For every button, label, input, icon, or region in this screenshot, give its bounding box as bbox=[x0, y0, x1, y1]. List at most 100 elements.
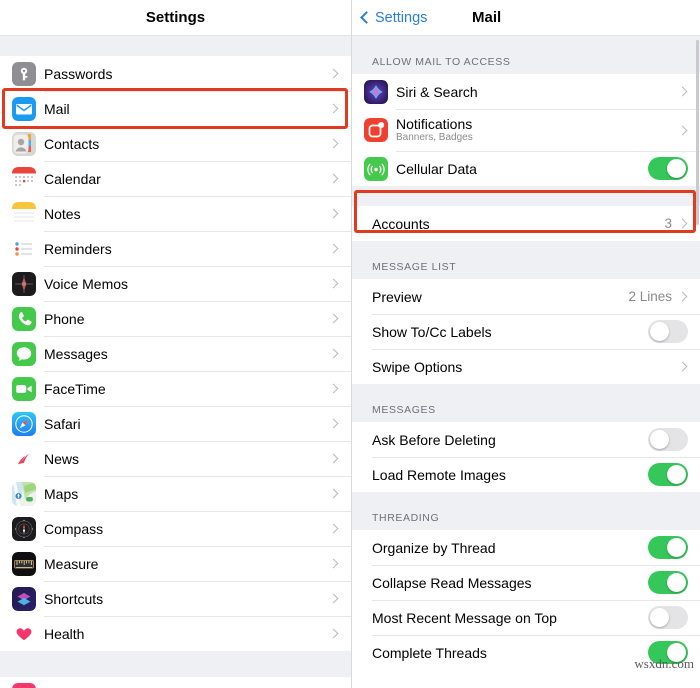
notes-icon bbox=[12, 201, 36, 226]
sidebar-top-gap bbox=[0, 36, 351, 56]
sidebar-item-health[interactable]: Health bbox=[0, 616, 351, 651]
maps-icon bbox=[12, 481, 36, 506]
chevron-right-icon bbox=[328, 593, 339, 604]
sidebar-item-voice-memos[interactable]: Voice Memos bbox=[0, 266, 351, 301]
safari-icon bbox=[12, 411, 36, 436]
mail-settings-list[interactable]: ALLOW MAIL TO ACCESS Siri & Search Notific… bbox=[352, 36, 700, 688]
back-to-settings-button[interactable]: Settings bbox=[352, 10, 427, 26]
sidebar-item-label: Notes bbox=[44, 205, 81, 222]
sidebar-item-label: Measure bbox=[44, 555, 99, 572]
settings-row-ask-before-deleting[interactable]: Ask Before Deleting bbox=[352, 422, 700, 457]
sidebar-item-shortcuts[interactable]: Shortcuts bbox=[0, 581, 351, 616]
compass-icon bbox=[12, 516, 36, 541]
sidebar-item-label: Voice Memos bbox=[44, 275, 129, 292]
row-title: Show To/Cc Labels bbox=[372, 323, 492, 340]
toggle-knob bbox=[666, 158, 687, 179]
settings-row-label: Siri & Search bbox=[396, 84, 679, 100]
row-title: Complete Threads bbox=[372, 644, 487, 661]
chevron-right-icon bbox=[328, 523, 339, 534]
siri-search-icon bbox=[364, 79, 388, 104]
settings-row-label: Cellular Data bbox=[396, 161, 648, 177]
row-value: 2 Lines bbox=[628, 289, 672, 304]
toggle-knob bbox=[649, 321, 670, 342]
messages-icon bbox=[12, 341, 36, 366]
settings-row-label: Most Recent Message on Top bbox=[372, 610, 648, 626]
toggle-switch[interactable] bbox=[648, 571, 688, 594]
sidebar-item-messages[interactable]: Messages bbox=[0, 336, 351, 371]
settings-row-swipe-options[interactable]: Swipe Options bbox=[352, 349, 700, 384]
row-title: Organize by Thread bbox=[372, 539, 496, 556]
sidebar-item-maps[interactable]: Maps bbox=[0, 476, 351, 511]
row-title: Siri & Search bbox=[396, 83, 478, 100]
chevron-right-icon bbox=[328, 103, 339, 114]
sidebar-item-reminders[interactable]: Reminders bbox=[0, 231, 351, 266]
sidebar-item-label: Safari bbox=[44, 415, 81, 432]
ios-settings-split-view: Settings Passwords Mail Contacts Calendar No… bbox=[0, 0, 700, 688]
phone-icon bbox=[12, 306, 36, 331]
settings-row-organize-by-thread[interactable]: Organize by Thread bbox=[352, 530, 700, 565]
section-header: MESSAGE LIST bbox=[352, 261, 700, 279]
passwords-key-icon bbox=[12, 61, 36, 86]
chevron-right-icon bbox=[328, 488, 339, 499]
sidebar-list[interactable]: Passwords Mail Contacts Calendar Notes Remind… bbox=[0, 36, 351, 688]
sidebar-item-safari[interactable]: Safari bbox=[0, 406, 351, 441]
chevron-right-icon bbox=[328, 418, 339, 429]
voice-memos-icon bbox=[12, 271, 36, 296]
settings-row-load-remote-images[interactable]: Load Remote Images bbox=[352, 457, 700, 492]
sidebar-item-news[interactable]: News bbox=[0, 441, 351, 476]
watermark-text: wsxdn.com bbox=[634, 656, 694, 671]
settings-row-label: Collapse Read Messages bbox=[372, 575, 648, 591]
settings-sidebar-panel: Settings Passwords Mail Contacts Calendar No… bbox=[0, 0, 352, 688]
settings-row-notifications[interactable]: Notifications Banners, Badges bbox=[352, 109, 700, 151]
chevron-right-icon bbox=[677, 86, 688, 97]
sidebar-item-notes[interactable]: Notes bbox=[0, 196, 351, 231]
chevron-right-icon bbox=[677, 291, 688, 302]
sidebar-bottom-gap bbox=[0, 651, 351, 677]
toggle-switch[interactable] bbox=[648, 536, 688, 559]
news-icon bbox=[12, 446, 36, 471]
sidebar-item-passwords[interactable]: Passwords bbox=[0, 56, 351, 91]
sidebar-item-label: Phone bbox=[44, 310, 85, 327]
settings-row-collapse-read-messages[interactable]: Collapse Read Messages bbox=[352, 565, 700, 600]
sidebar-item-label: Passwords bbox=[44, 65, 113, 82]
toggle-switch[interactable] bbox=[648, 157, 688, 180]
toggle-knob bbox=[666, 464, 687, 485]
sidebar-item-compass[interactable]: Compass bbox=[0, 511, 351, 546]
sidebar-item-label: FaceTime bbox=[44, 380, 106, 397]
sidebar-item-next-partial[interactable] bbox=[0, 677, 351, 688]
sidebar-item-mail[interactable]: Mail bbox=[0, 91, 351, 126]
chevron-right-icon bbox=[328, 278, 339, 289]
shortcuts-icon bbox=[12, 586, 36, 611]
contacts-icon bbox=[12, 131, 36, 156]
row-title: Most Recent Message on Top bbox=[372, 609, 557, 626]
row-value: 3 bbox=[664, 216, 672, 231]
section-header: THREADING bbox=[352, 512, 700, 530]
settings-row-label: Show To/Cc Labels bbox=[372, 324, 648, 340]
settings-row-most-recent-message-on-top[interactable]: Most Recent Message on Top bbox=[352, 600, 700, 635]
toggle-switch[interactable] bbox=[648, 320, 688, 343]
row-title: Cellular Data bbox=[396, 160, 477, 177]
toggle-switch[interactable] bbox=[648, 463, 688, 486]
sidebar-item-measure[interactable]: Measure bbox=[0, 546, 351, 581]
sidebar-item-facetime[interactable]: FaceTime bbox=[0, 371, 351, 406]
settings-row-cellular-data[interactable]: Cellular Data bbox=[352, 151, 700, 186]
settings-row-siri-search[interactable]: Siri & Search bbox=[352, 74, 700, 109]
toggle-knob bbox=[649, 429, 670, 450]
settings-row-preview[interactable]: Preview 2 Lines bbox=[352, 279, 700, 314]
row-title: Swipe Options bbox=[372, 358, 463, 375]
calendar-icon bbox=[12, 166, 36, 191]
sidebar-item-label: Reminders bbox=[44, 240, 112, 257]
sidebar-item-calendar[interactable]: Calendar bbox=[0, 161, 351, 196]
row-title: Notifications bbox=[396, 115, 473, 132]
settings-row-accounts[interactable]: Accounts 3 bbox=[352, 206, 700, 241]
vertical-scrollbar[interactable] bbox=[696, 40, 699, 225]
sidebar-item-contacts[interactable]: Contacts bbox=[0, 126, 351, 161]
toggle-switch[interactable] bbox=[648, 428, 688, 451]
settings-row-show-to-cc-labels[interactable]: Show To/Cc Labels bbox=[352, 314, 700, 349]
settings-row-label: Complete Threads bbox=[372, 645, 648, 661]
sidebar-item-label: Health bbox=[44, 625, 85, 642]
toggle-switch[interactable] bbox=[648, 606, 688, 629]
settings-row-label: Notifications Banners, Badges bbox=[396, 117, 679, 143]
settings-row-label: Accounts bbox=[372, 216, 664, 232]
sidebar-item-phone[interactable]: Phone bbox=[0, 301, 351, 336]
